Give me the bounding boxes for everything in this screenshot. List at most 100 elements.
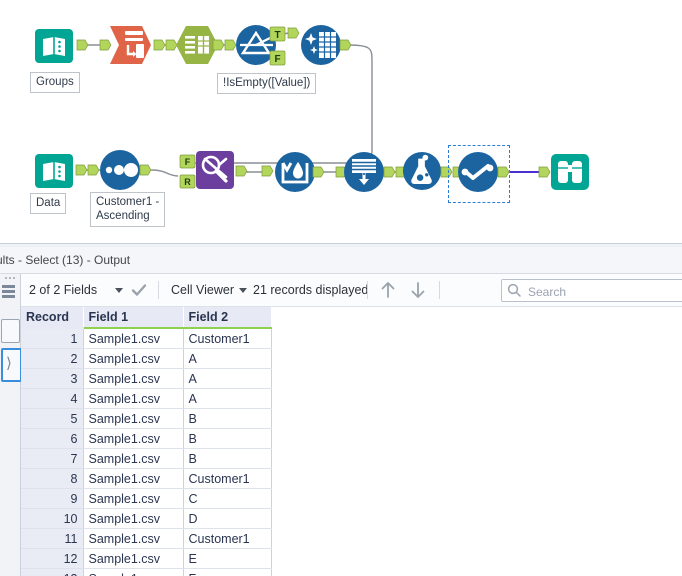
cell-value[interactable]: E <box>183 549 271 569</box>
list-icon[interactable] <box>2 285 16 301</box>
node-browse[interactable] <box>549 151 591 193</box>
workflow-canvas[interactable]: Groups <box>0 0 682 243</box>
cell-value[interactable]: A <box>183 389 271 409</box>
anchor-true[interactable]: T <box>270 27 286 42</box>
results-toolbar[interactable]: 2 of 2 Fields Cell Viewer 21 records dis… <box>21 274 682 307</box>
anchor-output[interactable] <box>213 40 225 51</box>
cell-record[interactable]: 8 <box>21 469 83 489</box>
anchor-output[interactable] <box>313 167 325 178</box>
table-row[interactable]: 10Sample1.csvD <box>21 509 271 529</box>
cell-value[interactable]: Sample1.csv <box>83 569 183 576</box>
node-text-to-columns[interactable] <box>108 24 152 66</box>
cell-value[interactable]: Sample1.csv <box>83 509 183 529</box>
results-left-rail[interactable]: ⟩ <box>0 274 21 576</box>
table-row[interactable]: 3Sample1.csvA <box>21 369 271 389</box>
rail-square-button[interactable] <box>1 319 20 343</box>
table-row[interactable]: 6Sample1.csvB <box>21 429 271 449</box>
cell-value[interactable]: B <box>183 409 271 429</box>
column-header-record[interactable]: Record <box>21 307 83 328</box>
cell-record[interactable]: 1 <box>21 328 83 349</box>
cell-record[interactable]: 7 <box>21 449 83 469</box>
cell-value[interactable]: Sample1.csv <box>83 529 183 549</box>
cell-value[interactable]: Customer1 <box>183 328 271 349</box>
table-row[interactable]: 12Sample1.csvE <box>21 549 271 569</box>
cell-value[interactable]: Sample1.csv <box>83 469 183 489</box>
table-row[interactable]: 7Sample1.csvB <box>21 449 271 469</box>
results-grid[interactable]: Record Field 1 Field 2 1Sample1.csvCusto… <box>21 307 682 576</box>
column-header-field2[interactable]: Field 2 <box>183 307 271 328</box>
table-row[interactable]: 5Sample1.csvB <box>21 409 271 429</box>
node-input-groups[interactable] <box>34 25 74 65</box>
cell-value[interactable]: Sample1.csv <box>83 449 183 469</box>
anchor-output[interactable] <box>140 165 152 176</box>
cell-record[interactable]: 11 <box>21 529 83 549</box>
column-header-field1[interactable]: Field 1 <box>83 307 183 328</box>
table-row[interactable]: 13Sample1.csvF <box>21 569 271 576</box>
cell-value[interactable]: F <box>183 569 271 576</box>
table-row[interactable]: 2Sample1.csvA <box>21 349 271 369</box>
cell-record[interactable]: 9 <box>21 489 83 509</box>
cell-value[interactable]: Customer1 <box>183 529 271 549</box>
cell-value[interactable]: A <box>183 349 271 369</box>
cell-value[interactable]: A <box>183 369 271 389</box>
arrow-up-icon[interactable] <box>379 280 397 300</box>
cell-record[interactable]: 13 <box>21 569 83 576</box>
node-multi-field-formula[interactable] <box>274 151 316 193</box>
anchor-output[interactable] <box>236 166 248 177</box>
chevron-down-icon[interactable] <box>115 288 123 293</box>
table-row[interactable]: 9Sample1.csvC <box>21 489 271 509</box>
cell-record[interactable]: 5 <box>21 409 83 429</box>
arrow-down-icon[interactable] <box>409 280 427 300</box>
cell-value[interactable]: D <box>183 509 271 529</box>
cell-value[interactable]: Sample1.csv <box>83 409 183 429</box>
cell-record[interactable]: 4 <box>21 389 83 409</box>
cell-value[interactable]: C <box>183 489 271 509</box>
table-row[interactable]: 1Sample1.csvCustomer1 <box>21 328 271 349</box>
check-icon[interactable] <box>131 282 147 298</box>
cell-value[interactable]: Sample1.csv <box>83 328 183 349</box>
cell-record[interactable]: 2 <box>21 349 83 369</box>
anchor-input[interactable] <box>262 166 274 177</box>
label-sort: Customer1 - Ascending <box>90 192 165 227</box>
table-row[interactable]: 8Sample1.csvCustomer1 <box>21 469 271 489</box>
chevron-down-icon[interactable] <box>239 288 247 293</box>
node-summarize[interactable] <box>402 151 442 191</box>
cell-record[interactable]: 3 <box>21 369 83 389</box>
cell-value[interactable]: Sample1.csv <box>83 389 183 409</box>
cell-value[interactable]: Customer1 <box>183 469 271 489</box>
anchor-find[interactable]: F <box>180 155 196 169</box>
cell-value[interactable]: Sample1.csv <box>83 549 183 569</box>
anchor-replace[interactable]: R <box>180 175 196 189</box>
anchor-output[interactable] <box>154 40 166 51</box>
cell-value[interactable]: Sample1.csv <box>83 489 183 509</box>
node-sort[interactable] <box>99 149 141 191</box>
anchor-false[interactable]: F <box>270 51 286 66</box>
node-selected-tool[interactable] <box>457 151 499 193</box>
cell-record[interactable]: 10 <box>21 509 83 529</box>
fields-count-label[interactable]: 2 of 2 Fields <box>29 274 97 306</box>
cell-value[interactable]: Sample1.csv <box>83 369 183 389</box>
rail-expand-button[interactable]: ⟩ <box>1 348 22 382</box>
anchor-output[interactable] <box>77 40 89 51</box>
cell-record[interactable]: 6 <box>21 429 83 449</box>
anchor-input[interactable] <box>288 28 300 39</box>
anchor-output[interactable] <box>340 40 352 51</box>
cell-value[interactable]: B <box>183 449 271 469</box>
search-box[interactable] <box>501 279 682 302</box>
table-row[interactable]: 11Sample1.csvCustomer1 <box>21 529 271 549</box>
search-input[interactable] <box>526 280 682 303</box>
cell-value[interactable]: Sample1.csv <box>83 429 183 449</box>
node-data-cleansing[interactable] <box>300 24 342 66</box>
cell-value[interactable]: B <box>183 429 271 449</box>
anchor-output[interactable] <box>498 167 510 178</box>
node-running-total[interactable] <box>343 151 385 193</box>
toolbar-separator <box>158 281 159 299</box>
cell-viewer-label[interactable]: Cell Viewer <box>171 274 234 306</box>
cell-record[interactable]: 12 <box>21 549 83 569</box>
table-row[interactable]: 4Sample1.csvA <box>21 389 271 409</box>
cell-value[interactable]: Sample1.csv <box>83 349 183 369</box>
anchor-output[interactable] <box>384 167 396 178</box>
anchor-output[interactable] <box>76 165 88 176</box>
node-find-replace[interactable] <box>195 150 235 190</box>
node-input-data[interactable] <box>34 150 74 190</box>
